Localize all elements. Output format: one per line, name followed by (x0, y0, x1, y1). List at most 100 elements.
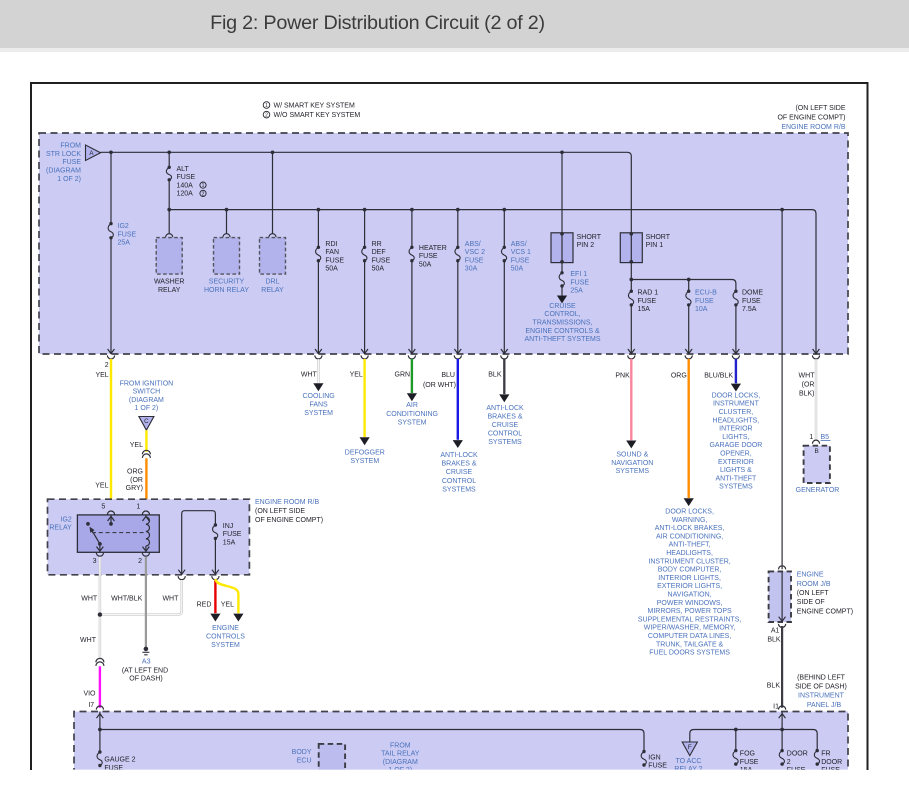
svg-text:DOOR: DOOR (787, 751, 808, 758)
svg-text:ALT: ALT (177, 166, 190, 173)
svg-text:CRUISE: CRUISE (446, 469, 473, 476)
svg-text:ENGINE: ENGINE (212, 625, 239, 632)
svg-text:(BEHIND LEFT: (BEHIND LEFT (797, 674, 846, 681)
svg-text:ORG: ORG (671, 373, 687, 380)
svg-text:RDI: RDI (325, 241, 337, 248)
svg-text:SYSTEM: SYSTEM (398, 419, 427, 426)
svg-text:RELAY: RELAY (49, 525, 72, 532)
svg-text:(DIAGRAM: (DIAGRAM (383, 759, 418, 766)
svg-text:B5: B5 (821, 434, 830, 441)
svg-text:W/ SMART KEY SYSTEM: W/ SMART KEY SYSTEM (274, 103, 355, 110)
svg-text:2: 2 (138, 558, 142, 565)
svg-text:SIDE OF: SIDE OF (797, 599, 825, 606)
svg-text:FANS: FANS (309, 402, 328, 409)
svg-text:50A: 50A (372, 266, 385, 273)
svg-text:(ON LEFT SIDE: (ON LEFT SIDE (795, 105, 845, 112)
svg-text:YEL: YEL (130, 442, 143, 449)
svg-text:INSTRUMENT: INSTRUMENT (798, 693, 845, 700)
svg-text:I7: I7 (88, 702, 94, 709)
svg-text:FUSE: FUSE (223, 531, 242, 538)
svg-text:AIR: AIR (406, 402, 418, 409)
svg-text:FR: FR (821, 751, 830, 758)
svg-text:FROM IGNITION: FROM IGNITION (120, 380, 174, 387)
svg-text:WHT: WHT (81, 595, 98, 602)
svg-text:120A: 120A (177, 191, 194, 198)
svg-text:15A: 15A (223, 539, 236, 546)
svg-text:2: 2 (202, 191, 205, 197)
svg-text:TRANSMISSIONS,: TRANSMISSIONS, (533, 320, 593, 327)
svg-text:BRAKES &: BRAKES & (441, 461, 476, 468)
svg-text:GRN: GRN (395, 372, 411, 379)
svg-text:PNK: PNK (615, 373, 630, 380)
svg-text:RED: RED (197, 602, 212, 609)
svg-text:50A: 50A (511, 266, 524, 273)
svg-text:15A: 15A (638, 306, 651, 313)
svg-text:BLK: BLK (767, 637, 781, 644)
svg-text:OF ENGINE COMPT): OF ENGINE COMPT) (777, 115, 845, 122)
svg-text:HEADLIGHTS,: HEADLIGHTS, (713, 417, 760, 424)
svg-text:CLUSTER,: CLUSTER, (719, 409, 754, 416)
svg-text:NAVIGATION: NAVIGATION (611, 460, 653, 467)
svg-text:ANTI-THEFT SYSTEMS: ANTI-THEFT SYSTEMS (524, 336, 600, 343)
svg-text:ENGINE: ENGINE (797, 572, 824, 579)
svg-text:SHORT: SHORT (646, 234, 671, 241)
svg-text:VCS 1: VCS 1 (511, 249, 531, 256)
svg-text:ENGINE CONTROLS &: ENGINE CONTROLS & (525, 328, 600, 335)
svg-text:DRL: DRL (265, 279, 279, 286)
svg-text:WARNING,: WARNING, (672, 517, 708, 524)
svg-text:(OR: (OR (802, 381, 815, 388)
svg-text:BLU: BLU (441, 372, 455, 379)
svg-text:25A: 25A (118, 240, 131, 247)
svg-text:RR: RR (372, 241, 382, 248)
svg-text:(OR WHT): (OR WHT) (423, 382, 456, 389)
svg-text:IG2: IG2 (118, 223, 129, 230)
svg-text:BLK: BLK (767, 682, 781, 689)
svg-text:MIRRORS, POWER TOPS: MIRRORS, POWER TOPS (648, 608, 732, 615)
svg-text:ABS/: ABS/ (465, 241, 481, 248)
svg-text:INSTRUMENT CLUSTER,: INSTRUMENT CLUSTER, (648, 558, 730, 565)
svg-text:STR LOCK: STR LOCK (46, 151, 81, 158)
svg-text:C: C (144, 418, 149, 425)
svg-text:ECU-B: ECU-B (695, 290, 717, 297)
svg-text:50A: 50A (419, 262, 432, 269)
svg-text:ANTI-THEFT: ANTI-THEFT (715, 475, 757, 482)
svg-text:1: 1 (265, 103, 268, 109)
svg-text:FUSE: FUSE (638, 298, 657, 305)
svg-text:DOME: DOME (742, 290, 763, 297)
svg-text:VSC 2: VSC 2 (465, 249, 485, 256)
svg-text:WHT: WHT (301, 372, 318, 379)
svg-text:EXTERIOR LIGHTS,: EXTERIOR LIGHTS, (657, 583, 722, 590)
svg-text:YEL: YEL (350, 372, 363, 379)
svg-text:7.5A: 7.5A (742, 306, 757, 313)
svg-text:FROM: FROM (60, 143, 81, 150)
svg-text:RELAY: RELAY (261, 287, 284, 294)
svg-text:HEATER: HEATER (419, 245, 447, 252)
svg-text:SYSTEM: SYSTEM (304, 410, 333, 417)
svg-text:ROOM J/B: ROOM J/B (797, 581, 831, 588)
svg-text:SYSTEMS: SYSTEMS (442, 486, 476, 493)
svg-text:FUSE: FUSE (742, 298, 761, 305)
svg-text:FUSE: FUSE (419, 253, 438, 260)
svg-text:FUSE: FUSE (511, 257, 530, 264)
svg-text:ANTI-LOCK BRAKES,: ANTI-LOCK BRAKES, (655, 525, 725, 532)
svg-text:ANTI-LOCK: ANTI-LOCK (440, 452, 478, 459)
svg-text:2: 2 (105, 362, 109, 369)
svg-text:IG2: IG2 (61, 516, 72, 523)
svg-text:ORG: ORG (127, 469, 143, 476)
svg-text:FUSE: FUSE (695, 298, 714, 305)
svg-text:ENGINE ROOM R/B: ENGINE ROOM R/B (781, 124, 846, 131)
svg-text:OF DASH): OF DASH) (129, 675, 162, 682)
svg-text:FUSE: FUSE (325, 257, 344, 264)
svg-text:ENGINE ROOM R/B: ENGINE ROOM R/B (255, 499, 320, 506)
svg-text:CONDITIONING: CONDITIONING (386, 411, 438, 418)
svg-text:W/O SMART KEY SYSTEM: W/O SMART KEY SYSTEM (274, 112, 361, 119)
svg-text:NAVIGATION,: NAVIGATION, (668, 592, 712, 599)
svg-text:ANTI-LOCK: ANTI-LOCK (486, 405, 524, 412)
svg-text:EXTERIOR: EXTERIOR (718, 459, 754, 466)
svg-text:5: 5 (101, 504, 105, 511)
svg-text:WHT: WHT (799, 373, 816, 380)
svg-text:FUSE: FUSE (177, 174, 196, 181)
svg-text:FOG: FOG (740, 751, 755, 758)
svg-text:PANEL J/B: PANEL J/B (807, 702, 842, 709)
svg-text:SYSTEMS: SYSTEMS (616, 468, 650, 475)
